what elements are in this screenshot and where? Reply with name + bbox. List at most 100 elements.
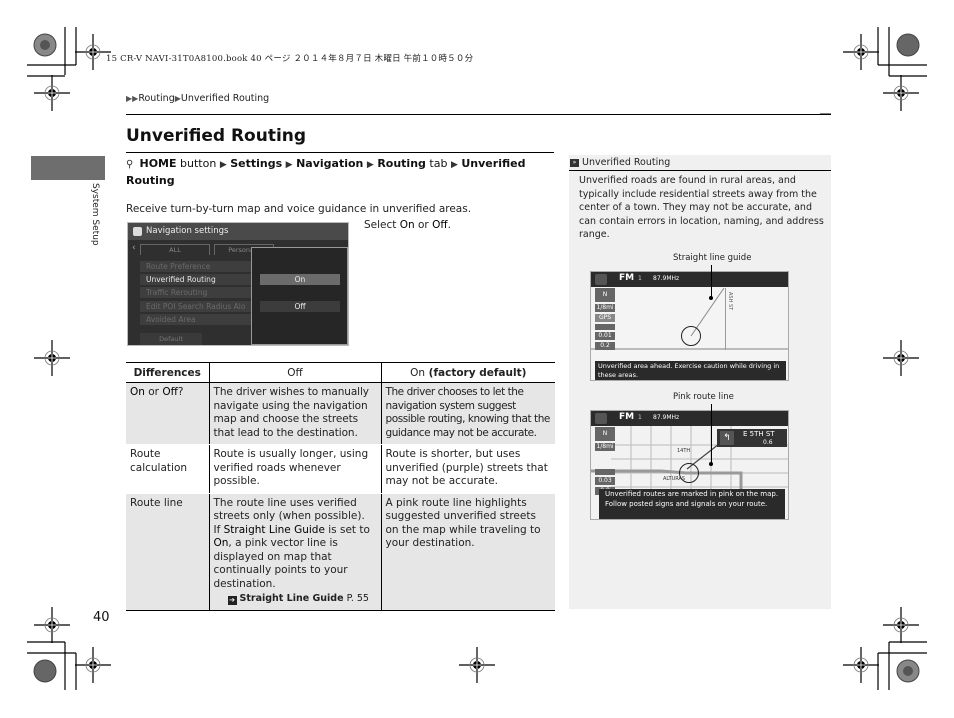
sidebar-notes: » Unverified Routing Unverified roads ar…: [569, 155, 831, 609]
map-scale: 1/8mi: [595, 443, 615, 451]
header-rule: [126, 114, 831, 115]
table-row: On or Off? The driver wishes to manually…: [126, 382, 555, 445]
menu-item-traffic-rerouting[interactable]: Traffic Rerouting: [140, 287, 260, 298]
signal-icon: [595, 324, 615, 330]
distance-to-go: 0.01: [595, 332, 615, 340]
cell-bold: On: [213, 537, 229, 549]
cell-on: A pink route line highlights suggested u…: [381, 493, 555, 611]
menu-item-unverified-routing[interactable]: Unverified Routing: [140, 274, 260, 285]
row-label: Route calculation: [126, 444, 209, 494]
tab-all[interactable]: ALL: [140, 244, 210, 255]
vehicle-position-icon: [681, 326, 701, 346]
nav-title-bar: Navigation settings: [128, 223, 348, 240]
path-separator-icon: ▶: [450, 160, 458, 170]
sidebar-heading-text: Unverified Routing: [582, 157, 671, 168]
option-off-button[interactable]: Off: [260, 301, 340, 312]
path-step: Navigation: [296, 157, 364, 170]
distance-2: 0.2: [595, 342, 615, 350]
nav-settings-screenshot: Navigation settings ‹ ALL Personal I Rou…: [127, 222, 349, 346]
gps-indicator: GPS: [595, 314, 615, 322]
double-chevron-icon: »: [570, 159, 579, 167]
street-label: 14TH: [677, 448, 691, 454]
nav-title: Navigation settings: [146, 226, 229, 236]
menu-item-edit-poi-radius[interactable]: Edit POI Search Radius Alo: [140, 301, 260, 312]
row-label: On or Off?: [126, 382, 209, 445]
select-suffix: .: [447, 219, 451, 231]
cross-reference-link[interactable]: ➔ Straight Line Guide P. 55: [214, 592, 377, 606]
option-popup: On Off: [251, 247, 348, 345]
menu-item-route-preference[interactable]: Route Preference: [140, 261, 260, 272]
select-instruction: Select On or Off.: [364, 219, 451, 231]
cell-off: Route is usually longer, using verified …: [208, 444, 382, 494]
table-row: Route calculation Route is usually longe…: [126, 444, 555, 494]
cell-off: The driver wishes to manually navigate u…: [208, 382, 382, 445]
description: Receive turn-by-turn map and voice guida…: [126, 203, 472, 215]
figure-caption: Pink route line: [673, 392, 734, 402]
select-prefix: Select: [364, 219, 400, 231]
option-on-button[interactable]: On: [260, 274, 340, 285]
gear-icon: [133, 227, 142, 236]
section-tab: [31, 156, 105, 180]
figure-caption: Straight line guide: [673, 253, 752, 263]
cell-text: , a pink vector line is displayed on map…: [213, 537, 348, 590]
label-q: ?: [177, 386, 184, 398]
voice-command-icon: ⚲: [126, 159, 134, 170]
default-button[interactable]: Default: [140, 333, 202, 345]
header-on: On (factory default): [381, 362, 555, 383]
header-on-label: On: [410, 366, 425, 379]
label-on: On: [130, 386, 145, 398]
reference-arrow-icon: ➔: [227, 596, 237, 605]
turn-distance: 0.6: [763, 439, 773, 446]
breadcrumb: ▶▶Routing▶Unverified Routing: [126, 93, 269, 104]
cell-bold: Straight Line Guide: [223, 523, 325, 536]
header-differences: Differences: [126, 362, 209, 383]
signal-icon: [595, 469, 615, 475]
sidebar-body: Unverified roads are found in rural area…: [579, 175, 824, 240]
option-on-label: On: [399, 219, 415, 231]
caption-leader-line: [711, 404, 712, 464]
breadcrumb-item[interactable]: Routing: [138, 93, 174, 104]
label-or: or: [144, 386, 163, 398]
map-message: Unverified area ahead. Exercise caution …: [595, 361, 786, 380]
turn-left-icon: ↰: [720, 431, 734, 445]
xref-page: P. 55: [343, 593, 369, 604]
select-or: or: [414, 219, 433, 231]
breadcrumb-item[interactable]: Unverified Routing: [181, 93, 269, 104]
map-info-stack: N 1/8mi GPS 0.01 0.2: [595, 288, 615, 352]
page-title: Unverified Routing: [126, 126, 307, 146]
path-separator-icon: ▶: [219, 160, 227, 170]
caption-leader-line: [711, 265, 712, 298]
page-number: 40: [93, 610, 110, 625]
sidebar-heading: » Unverified Routing: [569, 155, 831, 171]
path-step-suffix: button: [176, 157, 217, 170]
cell-text: is set to: [324, 523, 370, 536]
cell-on: The driver chooses to let the navigation…: [381, 382, 555, 445]
table-header-row: Differences Off On (factory default): [126, 362, 555, 383]
cell-on: Route is shorter, but uses unverified (p…: [381, 444, 555, 494]
option-off-label: Off: [432, 219, 448, 231]
cell-off: The route line uses verified streets onl…: [208, 493, 382, 611]
xref-title: Straight Line Guide: [239, 593, 344, 604]
compass-icon: N: [595, 288, 615, 302]
turn-guidance-box: ↰ E 5TH ST 0.6: [717, 429, 787, 447]
title-rule: [126, 152, 554, 153]
path-step: Routing: [377, 157, 426, 170]
path-separator-icon: ▶: [366, 160, 374, 170]
cell-text: If: [213, 523, 224, 536]
path-step: HOME: [139, 157, 177, 170]
path-separator-icon: ▶: [285, 160, 293, 170]
row-label: Route line: [126, 493, 209, 611]
caption-leader-dot: [709, 462, 713, 466]
back-arrow-icon[interactable]: ‹: [132, 243, 136, 253]
menu-item-avoided-area[interactable]: Avoided Area: [140, 314, 260, 325]
path-step: Settings: [230, 157, 283, 170]
caption-leader-dot: [709, 296, 713, 300]
print-header: 15 CR-V NAVI-31T0A8100.book 40 ページ ２０１４年…: [106, 54, 474, 64]
menu-path: ⚲ HOME button ▶ Settings ▶ Navigation ▶ …: [126, 156, 546, 188]
header-factory-default: (factory default): [424, 366, 527, 379]
map-info-stack: N 1/8mi 0.03 0.8: [595, 427, 615, 497]
turn-street: E 5TH ST: [743, 430, 775, 438]
compass-icon: N: [595, 427, 615, 441]
map-message: Unverified routes are marked in pink on …: [599, 489, 785, 519]
label-off: Off: [162, 386, 178, 398]
